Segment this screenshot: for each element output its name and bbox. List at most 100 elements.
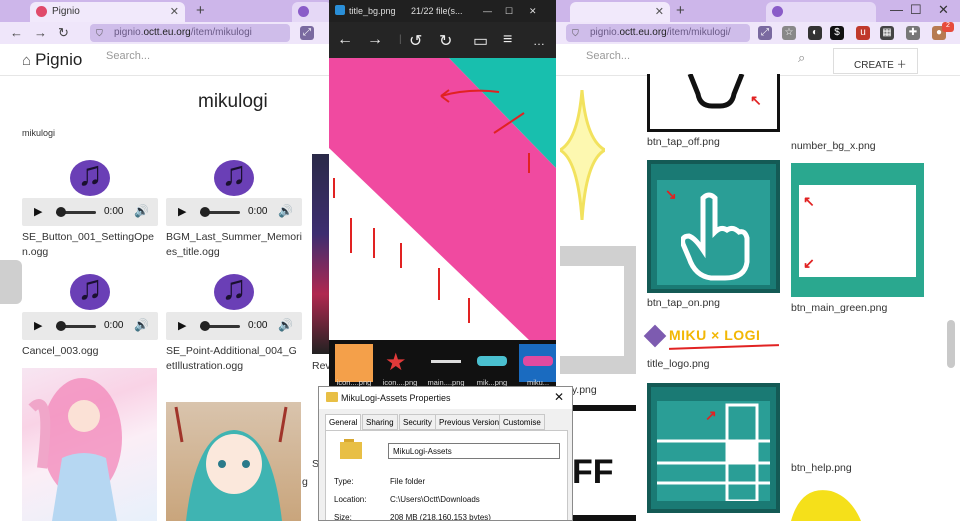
tab-customise[interactable]: Customise [499,414,545,430]
seek-knob[interactable] [56,207,66,217]
rotate-left-icon[interactable]: ↺ [409,31,422,51]
site-header: Search... ⌕ CREATE ＋ [560,44,960,76]
tile-label[interactable]: btn_help.png [791,462,852,474]
thumbnail[interactable]: ★ [381,344,419,382]
plus-icon: ＋ [893,60,907,71]
btn-main-green-image[interactable]: ↖ ↙ [791,163,924,297]
puzzle-icon[interactable]: ✚ [906,26,920,40]
play-icon[interactable]: ▶ [34,205,42,218]
artwork-thumbnail-partial[interactable] [312,154,330,354]
tile-label[interactable]: btn_tap_on.png [647,297,720,309]
menu-icon[interactable]: ≡ [503,31,512,49]
tile-label[interactable]: btn_main_green.png [791,302,887,314]
breadcrumb: mikulogi [22,128,56,138]
seek-knob[interactable] [200,321,210,331]
forward-arrow-icon[interactable]: → [34,25,47,40]
volume-icon[interactable]: 🔊 [278,318,293,332]
seek-knob[interactable] [56,321,66,331]
reload-icon[interactable]: ↻ [58,25,69,41]
search-icon[interactable]: ⌕ [798,50,805,66]
new-tab-icon[interactable]: + [676,2,685,19]
viewer-title: title_bg.png [349,6,396,16]
audio-player[interactable]: ▶ 0:00 🔊 [22,312,158,340]
address-bar[interactable]: ⛉ pignio.octt.eu.org/item/mikulogi/ [566,24,750,42]
tab-strip: ✕ + — ☐ ✕ [560,0,960,22]
maximize-icon[interactable]: ☐ [910,2,922,18]
artwork-teal-hair-girl[interactable] [166,402,301,521]
tab-previous-versions[interactable]: Previous Versions [435,414,508,430]
audio-player[interactable]: ▶ 0:00 🔊 [166,198,302,226]
new-tab-icon[interactable]: + [196,2,205,19]
audio-player[interactable]: ▶ 0:00 🔊 [166,312,302,340]
tile-label[interactable]: title_logo.png [647,358,709,370]
site-logo[interactable]: ⌂ Pignio [22,50,82,70]
audio-filename[interactable]: SE_Button_001_SettingOpen.ogg [22,230,158,260]
back-arrow-icon[interactable]: ← [10,25,23,40]
rotate-right-icon[interactable]: ↻ [439,31,452,51]
yellow-shape-image[interactable] [791,485,861,521]
tab-title: Pignio [52,6,80,17]
volume-icon[interactable]: 🔊 [134,318,149,332]
red-arrow-icon: ↖ [750,92,762,108]
qr-code-icon[interactable]: ▦ [880,26,894,40]
side-panel-handle[interactable] [0,260,22,304]
play-icon[interactable]: ▶ [178,319,186,332]
address-bar[interactable]: ⛉ pignio.octt.eu.org/item/mikulogi [90,24,290,42]
btn-help-image[interactable]: ↗ [647,383,780,513]
tab-partial[interactable]: ✕ [570,2,670,22]
sparkle-image[interactable] [560,90,605,220]
open-folder-icon[interactable]: ▭ [473,31,488,51]
tile-label[interactable]: btn_tap_off.png [647,136,720,148]
thumbnail[interactable] [427,344,465,382]
close-icon[interactable]: ✕ [554,390,564,404]
audio-filename[interactable]: SE_Point-Additional_004_GetIllustration.… [166,344,302,374]
close-tab-icon[interactable]: ✕ [655,5,664,18]
tab-partial[interactable] [766,2,876,22]
thumbnail[interactable] [519,344,556,382]
artwork-pink-hair-girl[interactable] [22,368,157,521]
tab-sharing[interactable]: Sharing [362,414,398,430]
music-note-icon: ♫ [212,268,256,312]
tab-partial[interactable] [292,2,332,22]
red-arrow-icon: ↙ [803,255,815,271]
create-button[interactable]: CREATE ＋ [833,48,918,74]
audio-player[interactable]: ▶ 0:00 🔊 [22,198,158,226]
volume-icon[interactable]: 🔊 [278,204,293,218]
tile-label[interactable]: number_bg_x.png [791,140,876,152]
thumbnail[interactable] [473,344,511,382]
star-icon[interactable]: ☆ [782,26,796,40]
btn-tap-on-image[interactable]: ↘ [647,160,780,293]
next-image-icon[interactable]: → [367,31,383,49]
thumbnail[interactable] [335,344,373,382]
ublock-icon[interactable]: u [856,26,870,40]
close-tab-icon[interactable]: ✕ [170,5,179,18]
audio-filename[interactable]: Cancel_003.ogg [22,344,158,359]
btn-tap-off-image[interactable]: ↖ [647,73,780,132]
previous-image-icon[interactable]: ← [337,31,353,49]
tab-general[interactable]: General [325,414,362,431]
audio-filename[interactable]: BGM_Last_Summer_Memories_title.ogg [166,230,302,260]
close-window-icon[interactable]: ✕ [938,2,949,18]
search-input[interactable]: Search... [586,50,630,62]
tab-security[interactable]: Security [399,414,436,430]
maximize-icon[interactable]: ☐ [505,6,513,17]
extension-icon[interactable]: ⤢ [300,26,314,40]
search-input[interactable]: Search... [106,50,150,62]
close-window-icon[interactable]: ✕ [529,6,537,17]
seek-knob[interactable] [200,207,210,217]
folder-name-field[interactable]: MikuLogi-Assets [388,443,560,459]
play-icon[interactable]: ▶ [34,319,42,332]
play-icon[interactable]: ▶ [178,205,186,218]
more-icon[interactable]: … [533,34,545,48]
mask-extension-icon[interactable]: ◐ [808,26,822,40]
ff-text: FF [572,453,614,491]
gray-frame-image[interactable] [560,246,636,374]
dollar-extension-icon[interactable]: $ [830,26,844,40]
scrollbar-thumb[interactable] [947,320,955,368]
title-logo-image[interactable]: MIKU × LOGI [643,322,782,352]
minimize-icon[interactable]: — [890,2,903,17]
extension-icon[interactable]: ⤢ [758,26,772,40]
volume-icon[interactable]: 🔊 [134,204,149,218]
minimize-icon[interactable]: — [483,6,492,16]
tab-pignio[interactable]: Pignio ✕ [30,2,185,22]
